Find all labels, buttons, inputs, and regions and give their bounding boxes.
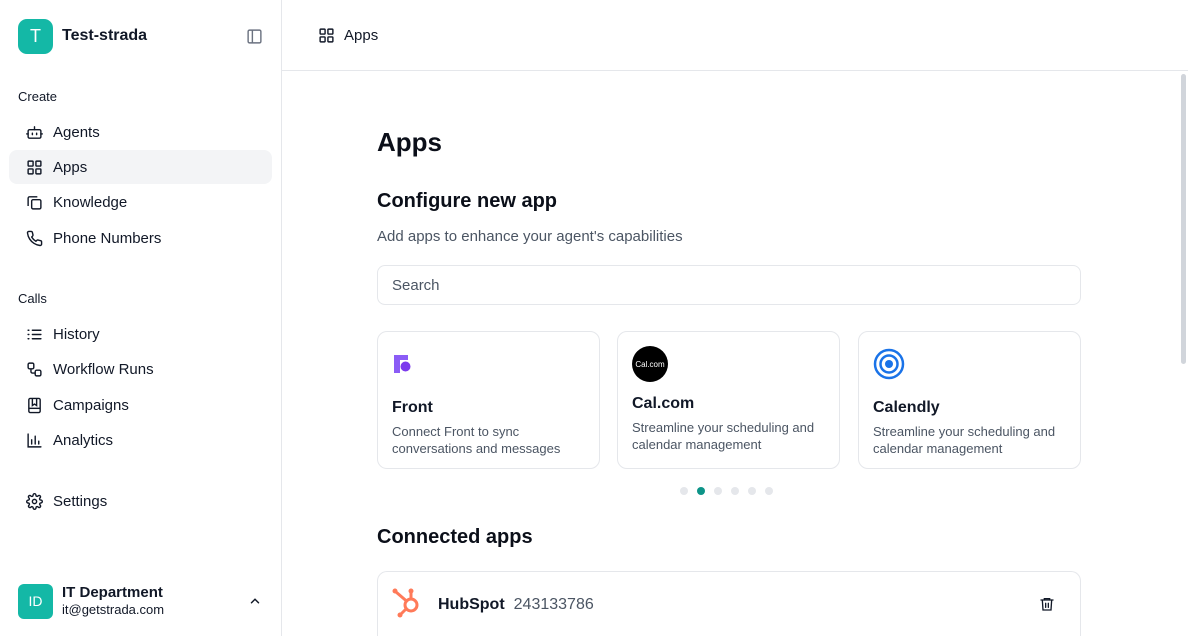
- connected-app-row[interactable]: HubSpot 243133786: [377, 571, 1081, 636]
- sidebar-item-label: Campaigns: [53, 396, 129, 414]
- gear-icon: [25, 492, 43, 510]
- hubspot-logo-icon: [392, 586, 422, 623]
- sidebar-item-label: Analytics: [53, 431, 114, 449]
- connected-app-id: 243133786: [513, 595, 594, 613]
- scrollbar[interactable]: [1181, 74, 1186, 364]
- grid-icon: [25, 158, 43, 176]
- app-card-description: Streamline your scheduling and calendar …: [632, 420, 815, 452]
- sidebar-item-label: Apps: [53, 158, 88, 176]
- search-input[interactable]: [377, 265, 1081, 305]
- bar-chart-icon: [25, 431, 43, 449]
- delete-button[interactable]: [1038, 595, 1056, 613]
- bot-icon: [25, 123, 43, 141]
- carousel-dot[interactable]: [680, 487, 688, 495]
- sidebar-item-apps[interactable]: Apps: [9, 150, 272, 184]
- connected-section-title: Connected apps: [377, 526, 533, 548]
- front-logo-icon: [392, 346, 585, 382]
- sidebar-item-knowledge[interactable]: Knowledge: [9, 185, 272, 219]
- app-card-description: Streamline your scheduling and calendar …: [873, 424, 1056, 456]
- user-menu[interactable]: ID IT Department it@getstrada.com: [18, 582, 264, 620]
- sidebar-item-workflow-runs[interactable]: Workflow Runs: [9, 352, 272, 386]
- sidebar-item-label: History: [53, 325, 100, 343]
- sidebar-item-history[interactable]: History: [9, 317, 272, 351]
- phone-icon: [25, 229, 43, 247]
- workspace-avatar: T: [18, 18, 53, 54]
- sidebar-item-agents[interactable]: Agents: [9, 115, 272, 149]
- carousel-dot[interactable]: [748, 487, 756, 495]
- page-title: Apps: [377, 127, 442, 157]
- sidebar-item-label: Phone Numbers: [53, 229, 162, 247]
- carousel-dot[interactable]: [714, 487, 722, 495]
- section-label-calls: Calls: [18, 291, 47, 306]
- app-card-name: Calendly: [873, 399, 940, 416]
- sidebar-toggle-button[interactable]: [244, 26, 264, 46]
- sidebar-item-campaigns[interactable]: Campaigns: [9, 388, 272, 422]
- avatar: ID: [18, 583, 53, 619]
- chevron-up-icon: [246, 592, 264, 610]
- configure-subtitle: Add apps to enhance your agent's capabil…: [377, 228, 683, 245]
- app-card-description: Connect Front to sync conversations and …: [392, 424, 561, 456]
- sidebar-item-label: Agents: [53, 123, 100, 141]
- connected-app-name: HubSpot: [438, 595, 505, 613]
- app-card-front[interactable]: Front Connect Front to sync conversation…: [377, 331, 600, 469]
- user-info: IT Department it@getstrada.com: [62, 584, 246, 618]
- sidebar: T Test-strada Create Agents Apps Knowled…: [0, 0, 282, 636]
- copy-icon: [25, 193, 43, 211]
- breadcrumb-title: Apps: [344, 26, 379, 44]
- carousel-dot[interactable]: [697, 487, 705, 495]
- trash-icon: [1040, 598, 1054, 611]
- calendly-logo-icon: [873, 346, 1066, 382]
- main-area: Apps Apps Configure new app Add apps to …: [282, 0, 1188, 636]
- sidebar-panel-icon: [246, 28, 262, 44]
- app-card-name: Front: [392, 399, 433, 416]
- app-card-calcom[interactable]: Cal.com Cal.com Streamline your scheduli…: [617, 331, 840, 469]
- calcom-logo-icon: Cal.com: [632, 346, 825, 382]
- breadcrumb: Apps: [282, 0, 1188, 71]
- user-email: it@getstrada.com: [62, 602, 165, 617]
- carousel-dot[interactable]: [731, 487, 739, 495]
- sidebar-item-settings[interactable]: Settings: [9, 484, 272, 518]
- sidebar-item-analytics[interactable]: Analytics: [9, 423, 272, 457]
- workflow-icon: [25, 360, 43, 378]
- list-icon: [25, 325, 43, 343]
- sidebar-item-label: Settings: [53, 492, 108, 510]
- app-window: T Test-strada Create Agents Apps Knowled…: [0, 0, 1188, 636]
- sidebar-item-label: Knowledge: [53, 193, 128, 211]
- grid-icon: [317, 26, 335, 44]
- workspace-header: T Test-strada: [18, 18, 264, 54]
- app-card-name: Cal.com: [632, 395, 695, 412]
- section-label-create: Create: [18, 89, 58, 104]
- user-name: IT Department: [62, 584, 163, 601]
- carousel-dot[interactable]: [765, 487, 773, 495]
- sidebar-item-label: Workflow Runs: [53, 360, 154, 378]
- workspace-name: Test-strada: [62, 27, 148, 44]
- sidebar-item-phone-numbers[interactable]: Phone Numbers: [9, 221, 272, 255]
- app-card-calendly[interactable]: Calendly Streamline your scheduling and …: [858, 331, 1081, 469]
- carousel-pagination: [680, 487, 773, 495]
- configure-section-title: Configure new app: [377, 190, 557, 212]
- book-icon: [25, 396, 43, 414]
- svg-text:Cal.com: Cal.com: [635, 360, 665, 369]
